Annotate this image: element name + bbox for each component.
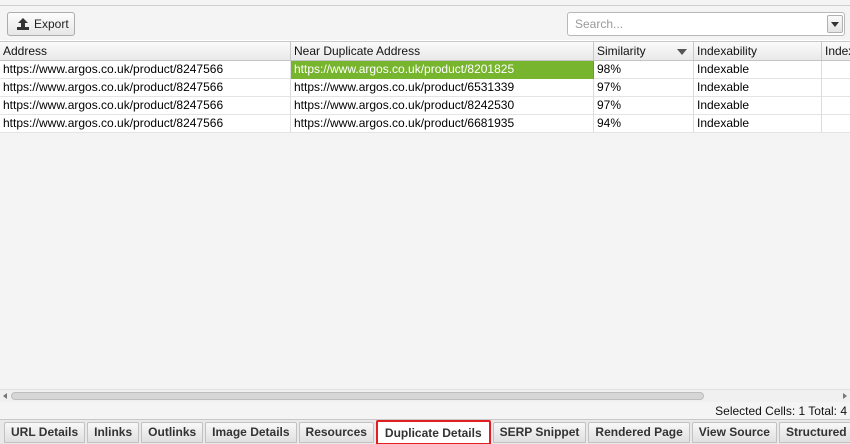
export-button[interactable]: Export xyxy=(7,12,75,36)
selection-status: Selected Cells: 1 Total: 4 xyxy=(715,404,847,418)
tab-view-source[interactable]: View Source xyxy=(691,422,777,443)
tab-resources[interactable]: Resources xyxy=(298,422,374,443)
tab-image-details[interactable]: Image Details xyxy=(205,422,297,443)
scrollbar-thumb[interactable] xyxy=(11,392,704,400)
table-row[interactable]: https://www.argos.co.uk/product/8247566 h… xyxy=(0,79,850,97)
cell-indexability-status[interactable] xyxy=(822,79,850,97)
chevron-down-icon xyxy=(831,21,839,27)
cell-indexability-status[interactable] xyxy=(822,115,850,133)
search-input[interactable] xyxy=(568,13,826,35)
export-icon xyxy=(16,17,30,31)
table-row[interactable]: https://www.argos.co.uk/product/8247566 h… xyxy=(0,97,850,115)
bottom-tab-bar: URL Details Inlinks Outlinks Image Details R… xyxy=(0,419,850,444)
tab-serp-snippet[interactable]: SERP Snippet xyxy=(492,422,587,443)
cell-near-duplicate-address[interactable]: https://www.argos.co.uk/product/6531339 xyxy=(291,79,594,97)
column-header-address[interactable]: Address xyxy=(0,42,291,61)
tab-outlinks[interactable]: Outlinks xyxy=(141,422,204,443)
column-header-indexability-status[interactable]: Indexa xyxy=(822,42,850,61)
cell-address[interactable]: https://www.argos.co.uk/product/8247566 xyxy=(0,79,291,97)
tab-duplicate-details[interactable]: Duplicate Details xyxy=(375,420,491,444)
horizontal-scrollbar[interactable] xyxy=(0,389,850,402)
cell-address[interactable]: https://www.argos.co.uk/product/8247566 xyxy=(0,61,291,79)
data-table: Address Near Duplicate Address Similarit… xyxy=(0,41,850,389)
cell-similarity[interactable]: 94% xyxy=(594,115,694,133)
table-row[interactable]: https://www.argos.co.uk/product/8247566 h… xyxy=(0,61,850,79)
column-header-indexability[interactable]: Indexability xyxy=(694,42,822,61)
scroll-left-icon[interactable] xyxy=(3,393,7,399)
scroll-right-icon[interactable] xyxy=(843,393,847,399)
cell-indexability-status[interactable] xyxy=(822,61,850,79)
status-bar: Selected Cells: 1 Total: 4 xyxy=(0,402,850,419)
cell-address[interactable]: https://www.argos.co.uk/product/8247566 xyxy=(0,97,291,115)
cell-indexability[interactable]: Indexable xyxy=(694,79,822,97)
tab-url-details[interactable]: URL Details xyxy=(4,422,86,443)
table-row[interactable]: https://www.argos.co.uk/product/8247566 h… xyxy=(0,115,850,133)
table-header: Address Near Duplicate Address Similarit… xyxy=(0,41,850,61)
cell-near-duplicate-address[interactable]: https://www.argos.co.uk/product/8242530 xyxy=(291,97,594,115)
cell-indexability-status[interactable] xyxy=(822,97,850,115)
cell-address[interactable]: https://www.argos.co.uk/product/8247566 xyxy=(0,115,291,133)
cell-similarity[interactable]: 98% xyxy=(594,61,694,79)
toolbar: Export xyxy=(0,6,850,40)
export-label: Export xyxy=(34,17,69,31)
column-header-similarity-label: Similarity xyxy=(597,44,646,58)
column-header-near-duplicate-address[interactable]: Near Duplicate Address xyxy=(291,42,594,61)
search-box xyxy=(567,12,845,36)
cell-similarity[interactable]: 97% xyxy=(594,97,694,115)
tab-inlinks[interactable]: Inlinks xyxy=(87,422,140,443)
cell-indexability[interactable]: Indexable xyxy=(694,61,822,79)
tab-structured-data-details[interactable]: Structured Data Details xyxy=(778,422,850,443)
cell-similarity[interactable]: 97% xyxy=(594,79,694,97)
sort-descending-icon xyxy=(677,49,687,55)
table-body: https://www.argos.co.uk/product/8247566 h… xyxy=(0,61,850,133)
tab-rendered-page[interactable]: Rendered Page xyxy=(588,422,690,443)
cell-near-duplicate-address[interactable]: https://www.argos.co.uk/product/6681935 xyxy=(291,115,594,133)
cell-near-duplicate-address[interactable]: https://www.argos.co.uk/product/8201825 xyxy=(291,61,594,79)
search-dropdown-button[interactable] xyxy=(827,15,843,33)
cell-indexability[interactable]: Indexable xyxy=(694,115,822,133)
cell-indexability[interactable]: Indexable xyxy=(694,97,822,115)
column-header-similarity[interactable]: Similarity xyxy=(594,42,694,61)
